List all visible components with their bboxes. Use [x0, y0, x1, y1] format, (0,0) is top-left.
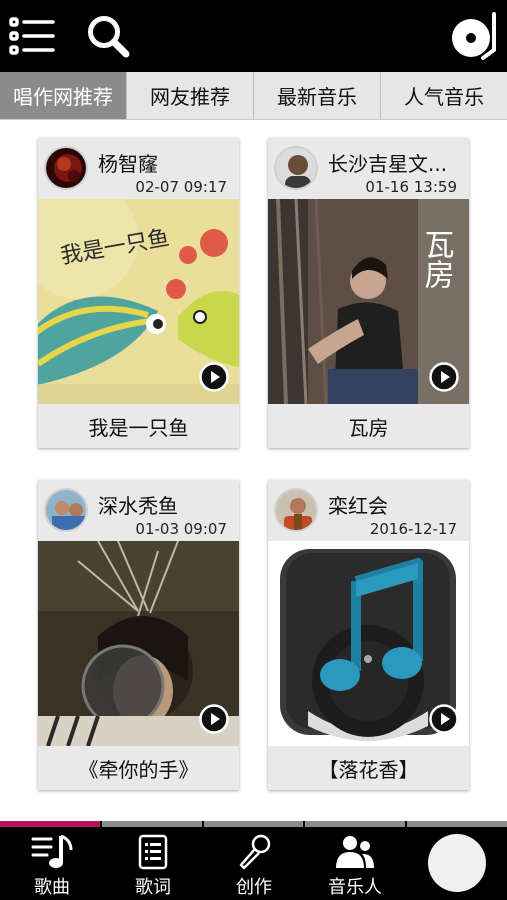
- tab-changzuo-recommend[interactable]: 唱作网推荐: [0, 72, 126, 119]
- song-card[interactable]: 长沙吉星文... 01-16 13:59 瓦房 瓦房: [268, 138, 469, 448]
- play-icon[interactable]: [199, 704, 229, 734]
- cover-image[interactable]: 我是一只鱼: [38, 199, 239, 404]
- search-icon[interactable]: [80, 8, 136, 64]
- tab-popular-music[interactable]: 人气音乐: [380, 72, 507, 119]
- nav-create[interactable]: 创作: [209, 827, 299, 900]
- nav-lyrics[interactable]: 歌词: [108, 827, 198, 900]
- play-icon[interactable]: [429, 704, 459, 734]
- song-title[interactable]: 【落花香】: [268, 746, 469, 790]
- card-header: 杨智窿 02-07 09:17: [38, 138, 239, 199]
- song-card[interactable]: 栾红会 2016-12-17 【落花香】: [268, 480, 469, 790]
- cover-image[interactable]: [268, 541, 469, 746]
- avatar[interactable]: [274, 488, 318, 532]
- musicians-people-icon: [334, 833, 376, 871]
- avatar[interactable]: [44, 488, 88, 532]
- cover-image[interactable]: 瓦房: [268, 199, 469, 404]
- card-header: 栾红会 2016-12-17: [268, 480, 469, 541]
- song-title[interactable]: 《牵你的手》: [38, 746, 239, 790]
- post-time: 2016-12-17: [369, 520, 457, 538]
- bottom-nav: 歌曲 歌词 创作 音乐人: [0, 827, 507, 900]
- nav-songs[interactable]: 歌曲: [7, 827, 97, 900]
- card-header: 深水秃鱼 01-03 09:07: [38, 480, 239, 541]
- player-button[interactable]: [428, 834, 486, 892]
- author-name[interactable]: 杨智窿: [98, 148, 234, 177]
- microphone-icon: [236, 833, 272, 871]
- song-title[interactable]: 瓦房: [268, 404, 469, 448]
- post-time: 01-03 09:07: [135, 520, 227, 538]
- play-icon[interactable]: [199, 362, 229, 392]
- tab-user-recommend[interactable]: 网友推荐: [126, 72, 253, 119]
- author-name[interactable]: 深水秃鱼: [98, 490, 234, 519]
- nav-label: 歌词: [135, 877, 171, 898]
- cover-title-art: 瓦房: [419, 229, 455, 289]
- post-time: 01-16 13:59: [365, 178, 457, 196]
- avatar[interactable]: [274, 146, 318, 190]
- song-title[interactable]: 我是一只鱼: [38, 404, 239, 448]
- top-bar: [0, 0, 507, 72]
- play-icon[interactable]: [429, 362, 459, 392]
- avatar[interactable]: [44, 146, 88, 190]
- music-note-list-icon: [31, 833, 73, 871]
- vinyl-record-icon[interactable]: [447, 8, 503, 64]
- tab-latest-music[interactable]: 最新音乐: [253, 72, 380, 119]
- song-card[interactable]: 杨智窿 02-07 09:17 我是一只鱼 我是一只鱼: [38, 138, 239, 448]
- nav-label: 创作: [236, 877, 272, 898]
- post-time: 02-07 09:17: [135, 178, 227, 196]
- card-header: 长沙吉星文... 01-16 13:59: [268, 138, 469, 199]
- lyrics-document-icon: [137, 833, 169, 871]
- song-card[interactable]: 深水秃鱼 01-03 09:07 《牵你的手》: [38, 480, 239, 790]
- author-name[interactable]: 长沙吉星文...: [328, 148, 464, 177]
- category-tabs: 唱作网推荐 网友推荐 最新音乐 人气音乐: [0, 72, 507, 120]
- nav-musicians[interactable]: 音乐人: [310, 827, 400, 900]
- nav-label: 音乐人: [328, 877, 382, 898]
- cover-image[interactable]: [38, 541, 239, 746]
- nav-label: 歌曲: [34, 877, 70, 898]
- list-menu-icon[interactable]: [4, 8, 60, 64]
- author-name[interactable]: 栾红会: [328, 490, 464, 519]
